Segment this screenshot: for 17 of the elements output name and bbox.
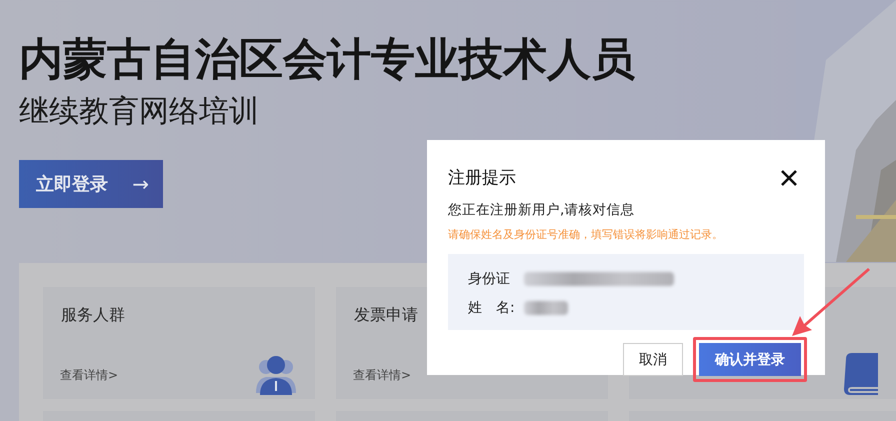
login-button[interactable]: 立即登录 → xyxy=(19,160,163,208)
close-icon[interactable] xyxy=(781,170,797,186)
details-link[interactable]: 查看详情> xyxy=(353,367,412,384)
field-label: 姓 名: xyxy=(468,298,516,316)
card-title: 发票申请 xyxy=(354,305,418,326)
warning-text: 请确保姓名及身份证号准确，填写错误将影响通过记录。 xyxy=(448,227,723,242)
page-title: 内蒙古自治区会计专业技术人员 xyxy=(19,33,635,87)
page-subtitle: 继续教育网络培训 xyxy=(19,93,259,131)
cancel-button[interactable]: 取消 xyxy=(623,343,683,376)
details-link[interactable]: 查看详情> xyxy=(60,367,118,384)
dialog-message: 您正在注册新用户,请核对信息 xyxy=(448,201,634,219)
confirm-button[interactable]: 确认并登录 xyxy=(699,343,801,376)
field-label: 身份证 xyxy=(468,270,511,288)
card-title: 服务人群 xyxy=(61,305,125,326)
people-icon xyxy=(256,353,296,395)
dialog-title: 注册提示 xyxy=(448,167,516,189)
service-card[interactable]: 服务人群 查看详情> xyxy=(43,287,315,399)
